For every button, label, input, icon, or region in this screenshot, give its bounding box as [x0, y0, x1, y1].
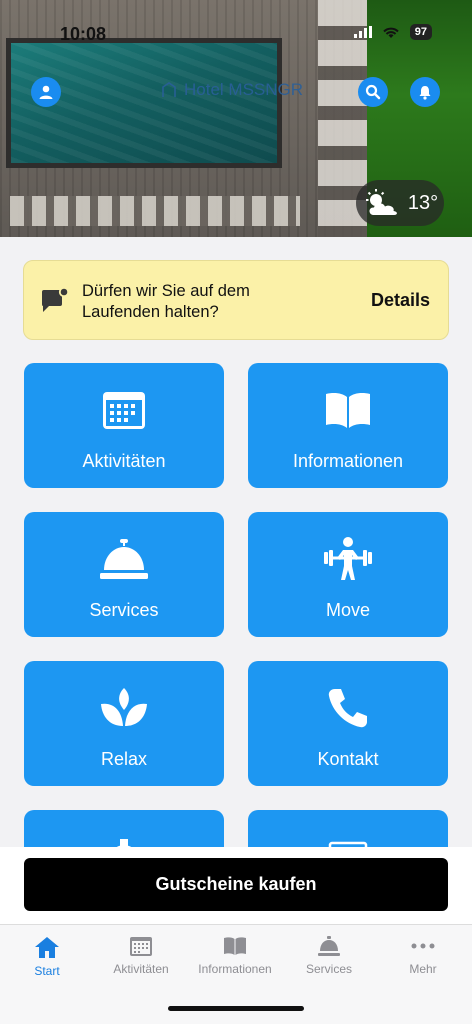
main-content: Dürfen wir Sie auf dem Laufenden halten?… [0, 237, 472, 847]
weather-widget[interactable]: 13° [356, 180, 444, 226]
tab-label: Aktivitäten [113, 962, 169, 976]
tile-partial-left[interactable] [24, 810, 224, 847]
home-icon [35, 937, 59, 958]
tile-label: Informationen [292, 451, 404, 471]
lotus-icon [101, 688, 147, 726]
profile-button[interactable] [31, 77, 61, 107]
tab-services[interactable]: Services [282, 935, 376, 976]
temperature: 13° [407, 191, 439, 214]
tile-label: Services [89, 600, 159, 620]
tile-relax[interactable]: Relax [24, 661, 224, 786]
status-icons: 97 [353, 24, 432, 40]
phone-icon [328, 689, 367, 728]
tab-label: Informationen [198, 962, 272, 976]
tab-label: Mehr [409, 962, 437, 976]
calendar-icon [130, 937, 152, 956]
tab-label: Services [305, 962, 352, 976]
tab-mehr[interactable]: Mehr [376, 935, 470, 976]
cta-container: Gutscheine kaufen [0, 847, 472, 924]
hero-image: 10:08 97 Hotel MSSNGR 13° [0, 0, 472, 237]
tile-label: Aktivitäten [82, 451, 166, 471]
partly-cloudy-icon [365, 189, 397, 215]
hotel-logo-icon [162, 82, 176, 97]
more-dots-icon [411, 943, 435, 949]
service-bell-icon [318, 936, 340, 956]
tile-aktivitaeten[interactable]: Aktivitäten [24, 363, 224, 488]
tab-informationen[interactable]: Informationen [188, 935, 282, 976]
notifications-button[interactable] [410, 77, 440, 107]
home-indicator[interactable] [168, 1006, 304, 1011]
chat-bubble-icon [42, 287, 70, 312]
buy-vouchers-button[interactable]: Gutscheine kaufen [24, 858, 448, 911]
book-icon [326, 393, 370, 428]
tile-kontakt[interactable]: Kontakt [248, 661, 448, 786]
tile-label: Kontakt [317, 749, 379, 769]
tile-services[interactable]: Services [24, 512, 224, 637]
user-icon [39, 85, 53, 99]
signal-icon [353, 26, 372, 38]
tile-label: Move [325, 600, 370, 620]
hotel-logo: Hotel MSSNGR [160, 80, 303, 100]
tile-label: Relax [100, 749, 148, 769]
tab-start[interactable]: Start [0, 935, 94, 978]
tab-label: Start [34, 964, 60, 978]
wifi-icon [383, 27, 399, 38]
service-bell-icon [100, 539, 148, 579]
book-icon [224, 937, 246, 955]
calendar-icon [103, 392, 145, 429]
notice-text: Dürfen wir Sie auf dem Laufenden halten? [82, 282, 250, 321]
loungers [10, 196, 300, 226]
battery-indicator: 97 [409, 24, 432, 40]
status-time: 10:08 [60, 24, 107, 44]
bell-icon [419, 86, 431, 100]
tab-aktivitaeten[interactable]: Aktivitäten [94, 935, 188, 976]
tile-partial-right[interactable] [248, 810, 448, 847]
tile-move[interactable]: Move [248, 512, 448, 637]
tile-informationen[interactable]: Informationen [248, 363, 448, 488]
search-icon [365, 84, 381, 100]
status-bar: 10:08 97 [0, 0, 472, 44]
search-button[interactable] [358, 77, 388, 107]
hotel-name: Hotel MSSNGR [184, 80, 304, 99]
details-button[interactable]: Details [371, 290, 430, 311]
screen-icon [328, 841, 368, 847]
weightlifter-icon [324, 537, 372, 580]
gear-icon [116, 839, 132, 847]
notification-prompt[interactable]: Dürfen wir Sie auf dem Laufenden halten?… [23, 260, 449, 340]
